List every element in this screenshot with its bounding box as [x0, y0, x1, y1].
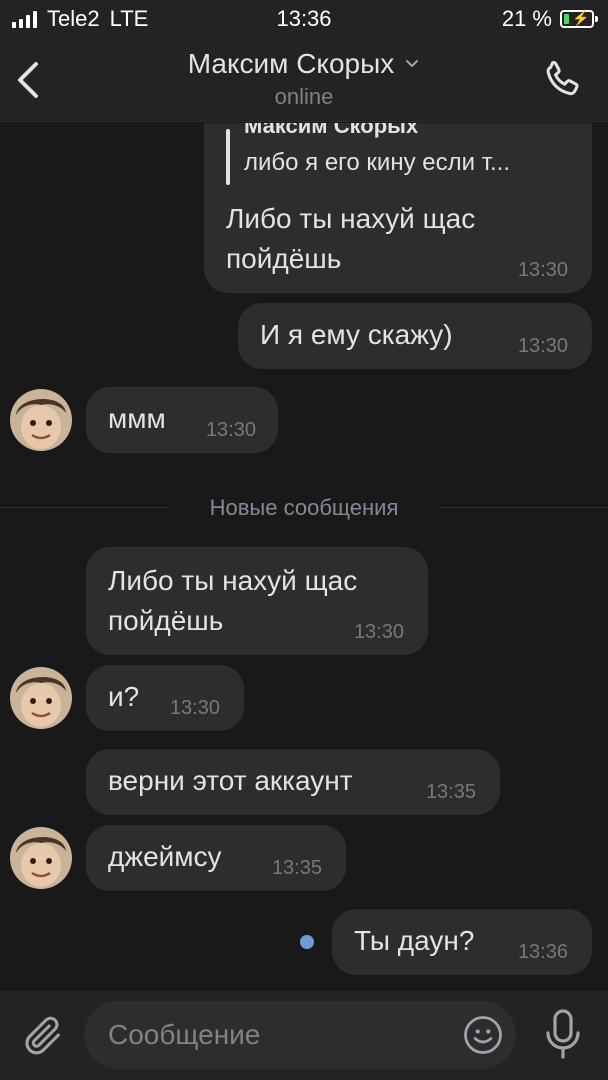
- message-input-box: [84, 1001, 516, 1069]
- chat-title-area[interactable]: Максим Скорых online: [0, 48, 608, 110]
- message-composer: [0, 991, 608, 1080]
- battery-icon: ⚡: [560, 10, 598, 28]
- microphone-icon: [546, 1009, 580, 1059]
- message-text: Ты даун?: [354, 925, 475, 956]
- chat-title: Максим Скорых: [187, 48, 395, 79]
- message-text-line-2: пойдёшь: [226, 243, 342, 274]
- message-time: 13:30: [517, 335, 568, 357]
- message-time: 13:30: [205, 419, 256, 441]
- phone-icon: [546, 61, 579, 96]
- message-bubble-outgoing[interactable]: Ты даун? 13:36: [332, 909, 592, 975]
- message-time: 13:30: [169, 697, 220, 719]
- emoji-button[interactable]: [462, 1014, 504, 1056]
- message-bubble-incoming[interactable]: и? 13:30: [86, 665, 244, 731]
- avatar[interactable]: [10, 827, 72, 889]
- message-text: ммм: [108, 403, 166, 434]
- message-bubble-incoming[interactable]: ммм 13:30: [86, 387, 278, 453]
- message-bubble-outgoing[interactable]: Максим Скорых либо я его кину если т... …: [204, 123, 592, 293]
- call-button[interactable]: [540, 58, 586, 104]
- message-bubble-incoming[interactable]: верни этот аккаунт 13:35: [86, 749, 500, 815]
- message-bubble-incoming[interactable]: джеймсу 13:35: [86, 825, 346, 891]
- microphone-button[interactable]: [544, 1009, 582, 1061]
- chat-header: Максим Скорых online: [0, 40, 608, 122]
- message-time: 13:30: [353, 621, 404, 643]
- unread-indicator: [300, 935, 314, 949]
- status-bar: Tele2 LTE 13:36 21 % ⚡: [0, 0, 608, 40]
- paperclip-icon: [25, 1016, 60, 1055]
- chevron-down-icon: [406, 60, 419, 67]
- message-time: 13:35: [425, 781, 476, 803]
- avatar-photo: [10, 667, 72, 729]
- message-text-line-1: Либо ты нахуй щас: [108, 565, 358, 596]
- new-messages-divider: Новые сообщения: [209, 495, 399, 520]
- message-text: верни этот аккаунт: [108, 765, 353, 796]
- message-text: и?: [108, 681, 140, 712]
- attach-button[interactable]: [20, 1013, 66, 1059]
- message-text: И я ему скажу): [260, 319, 453, 350]
- status-right: 21 % ⚡: [501, 6, 598, 32]
- avatar[interactable]: [10, 389, 72, 451]
- battery-fill: [564, 14, 569, 24]
- charging-bolt-icon: ⚡: [572, 10, 590, 26]
- avatar-photo: [10, 389, 72, 451]
- reply-quote-bar: [226, 129, 230, 185]
- chat-status: online: [274, 84, 334, 109]
- message-text-line-1: Либо ты нахуй щас: [226, 203, 476, 234]
- avatar[interactable]: [10, 667, 72, 729]
- reply-text: либо я его кину если т...: [244, 149, 511, 176]
- smile-icon: [464, 1016, 502, 1054]
- message-text: джеймсу: [108, 841, 222, 872]
- message-input[interactable]: [108, 1001, 448, 1069]
- message-bubble-incoming[interactable]: Либо ты нахуй щас пойдёшь 13:30: [86, 547, 428, 655]
- message-list[interactable]: Максим Скорых либо я его кину если т... …: [0, 123, 608, 991]
- message-bubble-outgoing[interactable]: И я ему скажу) 13:30: [238, 303, 592, 369]
- reply-author: Максим Скорых: [244, 123, 419, 138]
- message-time: 13:35: [271, 857, 322, 879]
- message-time: 13:30: [517, 259, 568, 281]
- battery-percent: 21 %: [501, 6, 552, 31]
- message-text-line-2: пойдёшь: [108, 605, 224, 636]
- avatar-photo: [10, 827, 72, 889]
- message-time: 13:36: [517, 941, 568, 963]
